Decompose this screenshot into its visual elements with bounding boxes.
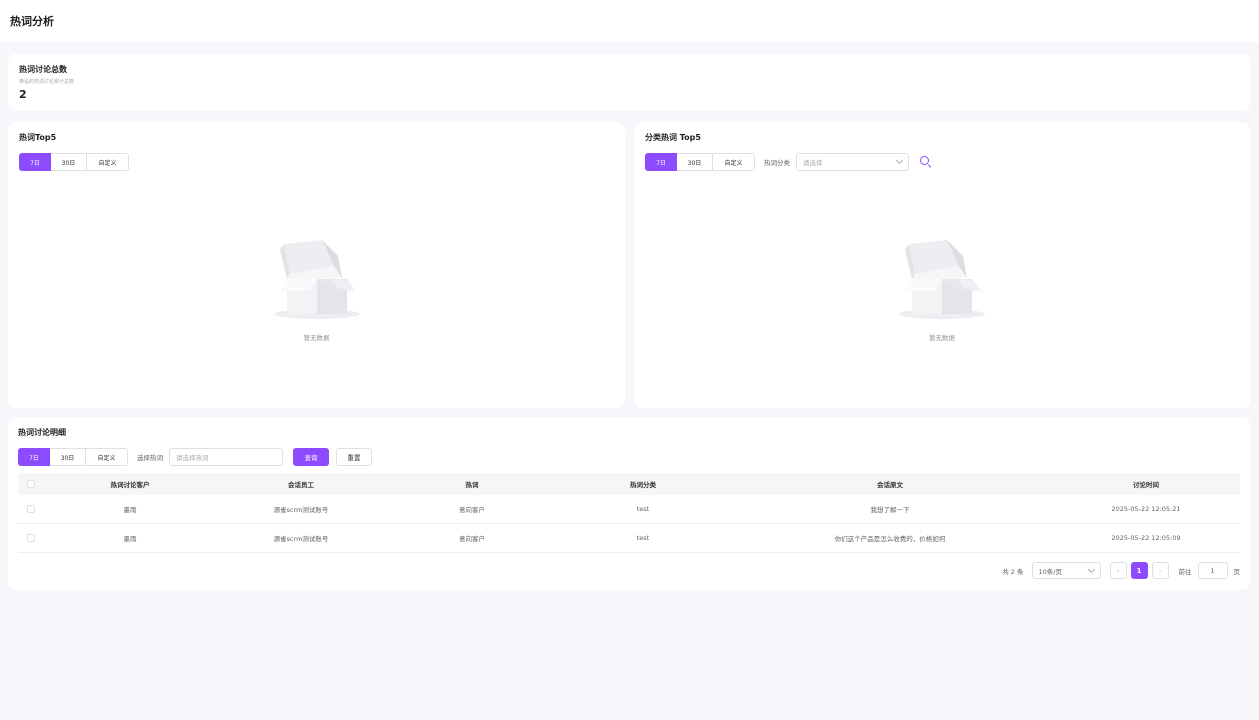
goto-label: 前往 bbox=[1178, 567, 1192, 576]
reset-button[interactable]: 重置 bbox=[336, 448, 372, 466]
category-select[interactable]: 请选择 bbox=[796, 153, 909, 171]
table-cell: 我想了解一下 bbox=[870, 506, 910, 514]
page-title: 热词分析 bbox=[10, 15, 54, 28]
top5-range-custom[interactable]: 自定义 bbox=[87, 153, 129, 171]
category-range-custom[interactable]: 自定义 bbox=[713, 153, 755, 171]
row-checkbox[interactable] bbox=[27, 505, 35, 513]
top5-card: 热词Top5 7日 30日 自定义 暂无数据 bbox=[8, 122, 625, 408]
table-cell: test bbox=[636, 505, 650, 513]
column-header: 讨论时间 bbox=[1133, 481, 1159, 489]
top5-empty-text: 暂无数据 bbox=[303, 334, 330, 342]
table-cell: 意向客户 bbox=[459, 535, 485, 543]
table-row: 墨雨 源雀scrm测试账号 意向客户 test 你们这个产品是怎么收费的，价格如… bbox=[18, 524, 1240, 553]
category-range-30d[interactable]: 30日 bbox=[677, 153, 713, 171]
empty-box-icon bbox=[899, 240, 985, 319]
table-cell: test bbox=[636, 534, 650, 542]
query-button[interactable]: 查询 bbox=[293, 448, 329, 466]
detail-card: 热词讨论明细 7日 30日 自定义 选择热词 请选择热词 查询 重置 热词讨论客… bbox=[8, 417, 1250, 590]
goto-page-input[interactable]: 1 bbox=[1197, 562, 1228, 579]
category-empty-text: 暂无数据 bbox=[929, 334, 955, 342]
top5-range-7d[interactable]: 7日 bbox=[19, 153, 51, 171]
category-range-7d[interactable]: 7日 bbox=[645, 153, 677, 171]
table-cell: 2025-05-22 12:05:09 bbox=[1111, 534, 1181, 542]
top5-range-tabs: 7日 30日 自定义 bbox=[19, 153, 129, 171]
top5-range-30d[interactable]: 30日 bbox=[51, 153, 87, 171]
chevron-down-icon bbox=[895, 156, 904, 165]
table-cell: 墨雨 bbox=[123, 506, 137, 514]
search-icon[interactable] bbox=[918, 154, 934, 170]
top5-title: 热词Top5 bbox=[19, 133, 57, 142]
next-page-button[interactable]: › bbox=[1151, 562, 1169, 579]
empty-box-icon bbox=[273, 240, 360, 319]
keyword-label: 选择热词 bbox=[137, 454, 163, 462]
table-cell: 源雀scrm测试账号 bbox=[273, 535, 329, 543]
page-number-button[interactable]: 1 bbox=[1130, 562, 1148, 579]
keyword-input[interactable]: 请选择热词 bbox=[169, 448, 283, 466]
category-label: 热词分类 bbox=[764, 159, 790, 167]
category-select-placeholder: 请选择 bbox=[803, 159, 823, 167]
column-header: 热词 bbox=[465, 481, 479, 489]
category-top5-title: 分类热词 Top5 bbox=[645, 133, 701, 142]
table-row: 墨雨 源雀scrm测试账号 意向客户 test 我想了解一下 2025-05-2… bbox=[18, 495, 1240, 524]
page-header: 热词分析 bbox=[0, 0, 1259, 42]
column-header: 会话原文 bbox=[877, 481, 903, 489]
pagination-total: 共 2 条 bbox=[1002, 567, 1024, 576]
detail-range-tabs: 7日 30日 自定义 bbox=[18, 448, 128, 466]
column-header: 热词讨论客户 bbox=[110, 481, 150, 489]
stat-title: 热词讨论总数 bbox=[19, 65, 67, 74]
table-cell: 源雀scrm测试账号 bbox=[273, 506, 329, 514]
page-suffix: 页 bbox=[1233, 567, 1241, 576]
row-checkbox[interactable] bbox=[27, 534, 35, 542]
detail-range-custom[interactable]: 自定义 bbox=[86, 448, 128, 466]
page-size-value: 10条/页 bbox=[1038, 567, 1062, 576]
table-cell: 你们这个产品是怎么收费的，价格如何 bbox=[834, 535, 946, 543]
detail-range-30d[interactable]: 30日 bbox=[50, 448, 86, 466]
column-header: 会话员工 bbox=[288, 481, 314, 489]
table-cell: 墨雨 bbox=[123, 535, 137, 543]
table-cell: 2025-05-22 12:05:21 bbox=[1111, 505, 1181, 513]
detail-table: 热词讨论客户 会话员工 热词 热词分类 会话原文 讨论时间 墨雨 源雀scrm测… bbox=[18, 473, 1240, 553]
stat-subtitle: 带设的热词讨论累计总数 bbox=[19, 79, 75, 85]
top5-empty-state: 暂无数据 bbox=[8, 234, 625, 342]
category-range-tabs: 7日 30日 自定义 bbox=[645, 153, 755, 171]
category-empty-state: 暂无数据 bbox=[634, 234, 1250, 342]
table-header: 热词讨论客户 会话员工 热词 热词分类 会话原文 讨论时间 bbox=[18, 473, 1240, 495]
chevron-down-icon bbox=[1087, 565, 1095, 573]
category-top5-card: 分类热词 Top5 7日 30日 自定义 热词分类 请选择 暂无数据 bbox=[634, 122, 1250, 408]
stat-card: 热词讨论总数 带设的热词讨论累计总数 2 bbox=[8, 54, 1250, 111]
table-cell: 意向客户 bbox=[459, 506, 485, 514]
prev-page-button[interactable]: ‹ bbox=[1109, 562, 1127, 579]
column-header: 热词分类 bbox=[630, 481, 656, 489]
select-all-checkbox[interactable] bbox=[27, 480, 35, 488]
detail-title: 热词讨论明细 bbox=[18, 428, 66, 437]
detail-range-7d[interactable]: 7日 bbox=[18, 448, 50, 466]
pagination: 共 2 条 10条/页 ‹ 1 › 前往 1 页 bbox=[1002, 562, 1240, 579]
stat-value: 2 bbox=[19, 88, 27, 101]
page-size-select[interactable]: 10条/页 bbox=[1031, 562, 1101, 579]
